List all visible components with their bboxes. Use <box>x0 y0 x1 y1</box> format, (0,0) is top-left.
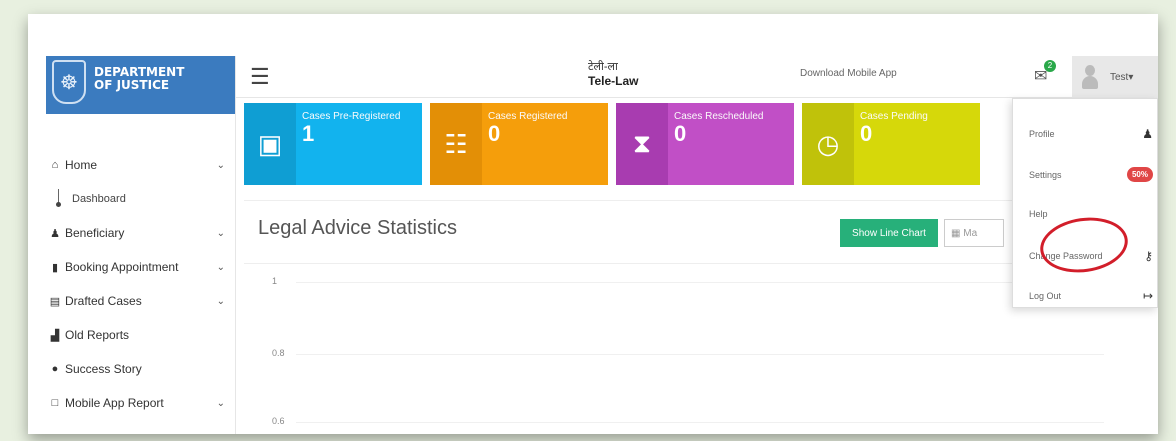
sidebar-item-mobile-app-report[interactable]: □ Mobile App Report ⌄ <box>46 386 235 420</box>
sidebar-item-booking-appointment[interactable]: ▮ Booking Appointment ⌄ <box>46 250 235 284</box>
sidebar-item-label: Old Reports <box>65 328 130 342</box>
user-menu-toggle[interactable]: Test▾ <box>1072 56 1158 98</box>
sidebar-item-drafted-cases[interactable]: ▤ Drafted Cases ⌄ <box>46 284 235 318</box>
menu-item-label: Help <box>1029 209 1048 219</box>
home-icon: ⌂ <box>51 159 59 171</box>
card-cases-pending[interactable]: ◷ Cases Pending 0 <box>802 103 980 185</box>
show-line-chart-button[interactable]: Show Line Chart <box>840 219 938 247</box>
emblem-icon: ☸ <box>52 60 86 104</box>
clock-icon: ◷ <box>802 103 854 185</box>
sidebar-nav: ⌂ Home ⌄ Dashboard ♟ Beneficiary ⌄ ▮ Boo… <box>46 114 235 420</box>
card-title: Cases Pre-Registered <box>302 111 401 122</box>
grid-line <box>296 282 1104 283</box>
avatar <box>1082 65 1098 89</box>
card-title: Cases Rescheduled <box>674 111 764 122</box>
chevron-down-icon: ⌄ <box>216 159 225 171</box>
grid-line <box>296 422 1104 423</box>
menu-item-profile[interactable]: Profile ♟ <box>1029 127 1153 141</box>
sidebar-item-label: Drafted Cases <box>65 294 142 308</box>
sidebar-item-label: Booking Appointment <box>65 260 179 274</box>
status-badge: 50% <box>1126 167 1153 182</box>
grid-line <box>296 354 1104 355</box>
brand-english: Tele-Law <box>588 74 639 88</box>
chevron-down-icon: ⌄ <box>216 261 225 273</box>
id-card-icon: ▣ <box>244 103 296 185</box>
card-cases-registered[interactable]: ☷ Cases Registered 0 <box>430 103 608 185</box>
card-value: 0 <box>674 121 687 146</box>
department-logo[interactable]: ☸ DEPARTMENT OF JUSTICE <box>46 56 235 114</box>
menu-item-settings[interactable]: Settings 50% <box>1029 167 1153 182</box>
download-mobile-app-link[interactable]: Download Mobile App <box>800 68 897 79</box>
sidebar-item-label: Home <box>65 158 98 172</box>
sidebar-item-success-story[interactable]: ● Success Story <box>46 352 235 386</box>
sidebar-subitem-dashboard[interactable]: Dashboard <box>46 182 235 216</box>
menu-item-label: Profile <box>1029 129 1055 139</box>
card-value: 0 <box>488 121 501 146</box>
sidebar-item-label: Mobile App Report <box>65 396 164 410</box>
stat-cards: ▣ Cases Pre-Registered 1 ☷ Cases Registe… <box>244 103 980 185</box>
logo-text: DEPARTMENT OF JUSTICE <box>94 60 184 92</box>
app-window: ☸ DEPARTMENT OF JUSTICE ⌂ Home ⌄ Dashboa… <box>46 56 1158 434</box>
month-select[interactable]: ▦ Ma <box>944 219 1004 247</box>
top-bar: ☰ टेली-ला Tele-Law Download Mobile App ✉… <box>236 56 1158 98</box>
sidebar: ☸ DEPARTMENT OF JUSTICE ⌂ Home ⌄ Dashboa… <box>46 56 236 434</box>
user-icon: ♟ <box>50 227 60 240</box>
tree-dot-icon <box>56 189 62 209</box>
sidebar-item-beneficiary[interactable]: ♟ Beneficiary ⌄ <box>46 216 235 250</box>
select-value: Ma <box>963 227 978 239</box>
sidebar-item-old-reports[interactable]: ▟ Old Reports <box>46 318 235 352</box>
menu-item-label: Log Out <box>1029 291 1062 301</box>
notification-badge: 2 <box>1044 60 1056 72</box>
y-tick-label: 0.8 <box>272 348 285 358</box>
bookmark-icon: ▮ <box>51 261 59 274</box>
y-tick-label: 0.6 <box>272 416 285 426</box>
clipboard-icon: ☷ <box>430 103 482 185</box>
sign-out-icon: ↦ <box>1142 289 1153 303</box>
key-icon: ⚷ <box>1144 249 1153 263</box>
chevron-down-icon: ⌄ <box>216 295 225 307</box>
hourglass-icon: ⧗ <box>616 103 668 185</box>
screenshot-frame: ☸ DEPARTMENT OF JUSTICE ⌂ Home ⌄ Dashboa… <box>28 14 1158 434</box>
card-cases-rescheduled[interactable]: ⧗ Cases Rescheduled 0 <box>616 103 794 185</box>
user-name: Test▾ <box>1110 71 1134 83</box>
sidebar-item-home[interactable]: ⌂ Home ⌄ <box>46 148 235 182</box>
menu-item-label: Settings <box>1029 169 1062 180</box>
brand: टेली-ला Tele-Law <box>588 59 638 88</box>
sidebar-item-label: Success Story <box>65 362 142 376</box>
logo-line-2: OF JUSTICE <box>94 78 170 92</box>
check-circle-icon: ● <box>51 363 59 375</box>
calendar-icon: ▦ <box>951 227 964 239</box>
bar-chart-icon: ▟ <box>50 329 60 342</box>
menu-icon[interactable]: ☰ <box>250 64 270 90</box>
chevron-down-icon: ⌄ <box>216 397 225 409</box>
book-icon: ▤ <box>49 295 61 308</box>
user-icon: ♟ <box>1142 127 1153 141</box>
menu-item-log-out[interactable]: Log Out ↦ <box>1029 289 1153 303</box>
brand-hindi: टेली-ला <box>588 61 618 73</box>
card-value: 0 <box>860 121 873 146</box>
user-dropdown-menu: Profile ♟ Settings 50% Help Change Passw… <box>1012 98 1158 308</box>
sidebar-subitem-label: Dashboard <box>72 193 126 205</box>
card-value: 1 <box>302 121 315 146</box>
sidebar-item-label: Beneficiary <box>65 226 125 240</box>
chevron-down-icon: ⌄ <box>216 227 225 239</box>
panel-title: Legal Advice Statistics <box>258 217 457 239</box>
square-icon: □ <box>51 397 59 409</box>
card-cases-pre-registered[interactable]: ▣ Cases Pre-Registered 1 <box>244 103 422 185</box>
y-tick-label: 1 <box>272 276 278 286</box>
